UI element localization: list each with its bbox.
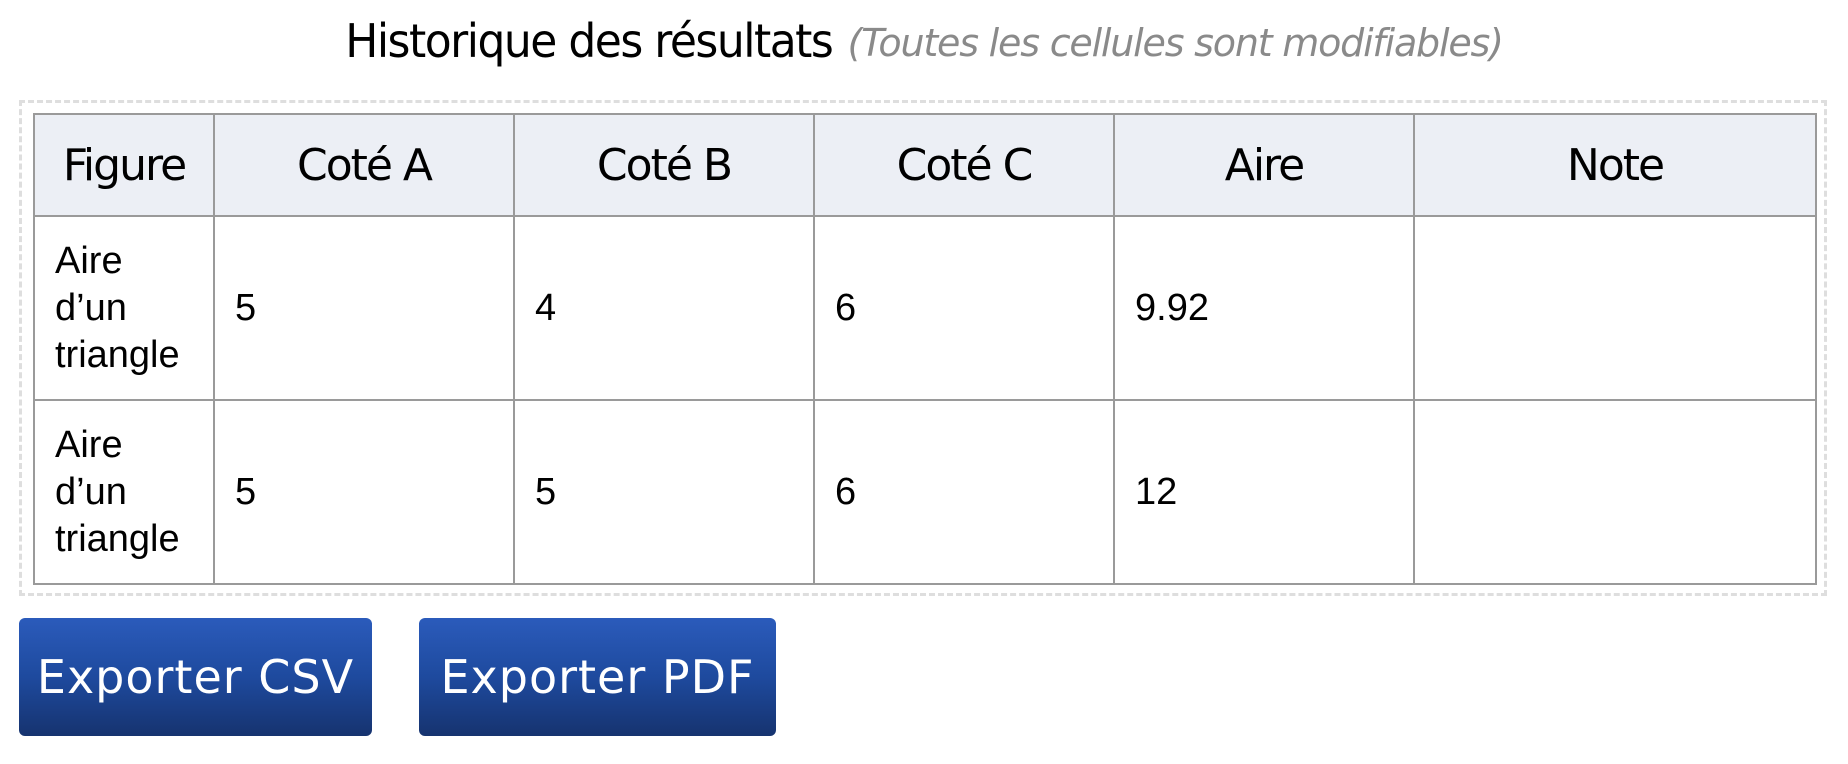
cell-figure[interactable]: Aire d’un triangle [33, 215, 215, 401]
cell-cote-a[interactable]: 5 [213, 399, 515, 585]
cell-figure[interactable]: Aire d’un triangle [33, 399, 215, 585]
export-csv-button[interactable]: Exporter CSV [19, 618, 372, 736]
cell-cote-c[interactable]: 6 [813, 399, 1115, 585]
cell-aire[interactable]: 9.92 [1113, 215, 1415, 401]
table-row: Aire d’un triangle 5 4 6 9.92 [33, 215, 1817, 401]
cell-cote-b[interactable]: 5 [513, 399, 815, 585]
title-editable-note: (Toutes les cellules sont modifiables) [847, 21, 1503, 65]
column-header-cote-a: Coté A [213, 113, 515, 217]
column-header-cote-c: Coté C [813, 113, 1115, 217]
table-header-row: Figure Coté A Coté B Coté C Aire Note [33, 113, 1817, 217]
column-header-aire: Aire [1113, 113, 1415, 217]
cell-cote-b[interactable]: 4 [513, 215, 815, 401]
results-table: Figure Coté A Coté B Coté C Aire Note Ai… [33, 113, 1817, 585]
title-text: Historique des résultats [345, 14, 834, 69]
cell-note[interactable] [1413, 399, 1817, 585]
cell-cote-a[interactable]: 5 [213, 215, 515, 401]
column-header-figure: Figure [33, 113, 215, 217]
table-row: Aire d’un triangle 5 5 6 12 [33, 399, 1817, 585]
column-header-cote-b: Coté B [513, 113, 815, 217]
page-title: Historique des résultats (Toutes les cel… [0, 6, 1848, 78]
column-header-note: Note [1413, 113, 1817, 217]
export-pdf-button[interactable]: Exporter PDF [419, 618, 776, 736]
cell-cote-c[interactable]: 6 [813, 215, 1115, 401]
cell-note[interactable] [1413, 215, 1817, 401]
cell-aire[interactable]: 12 [1113, 399, 1415, 585]
